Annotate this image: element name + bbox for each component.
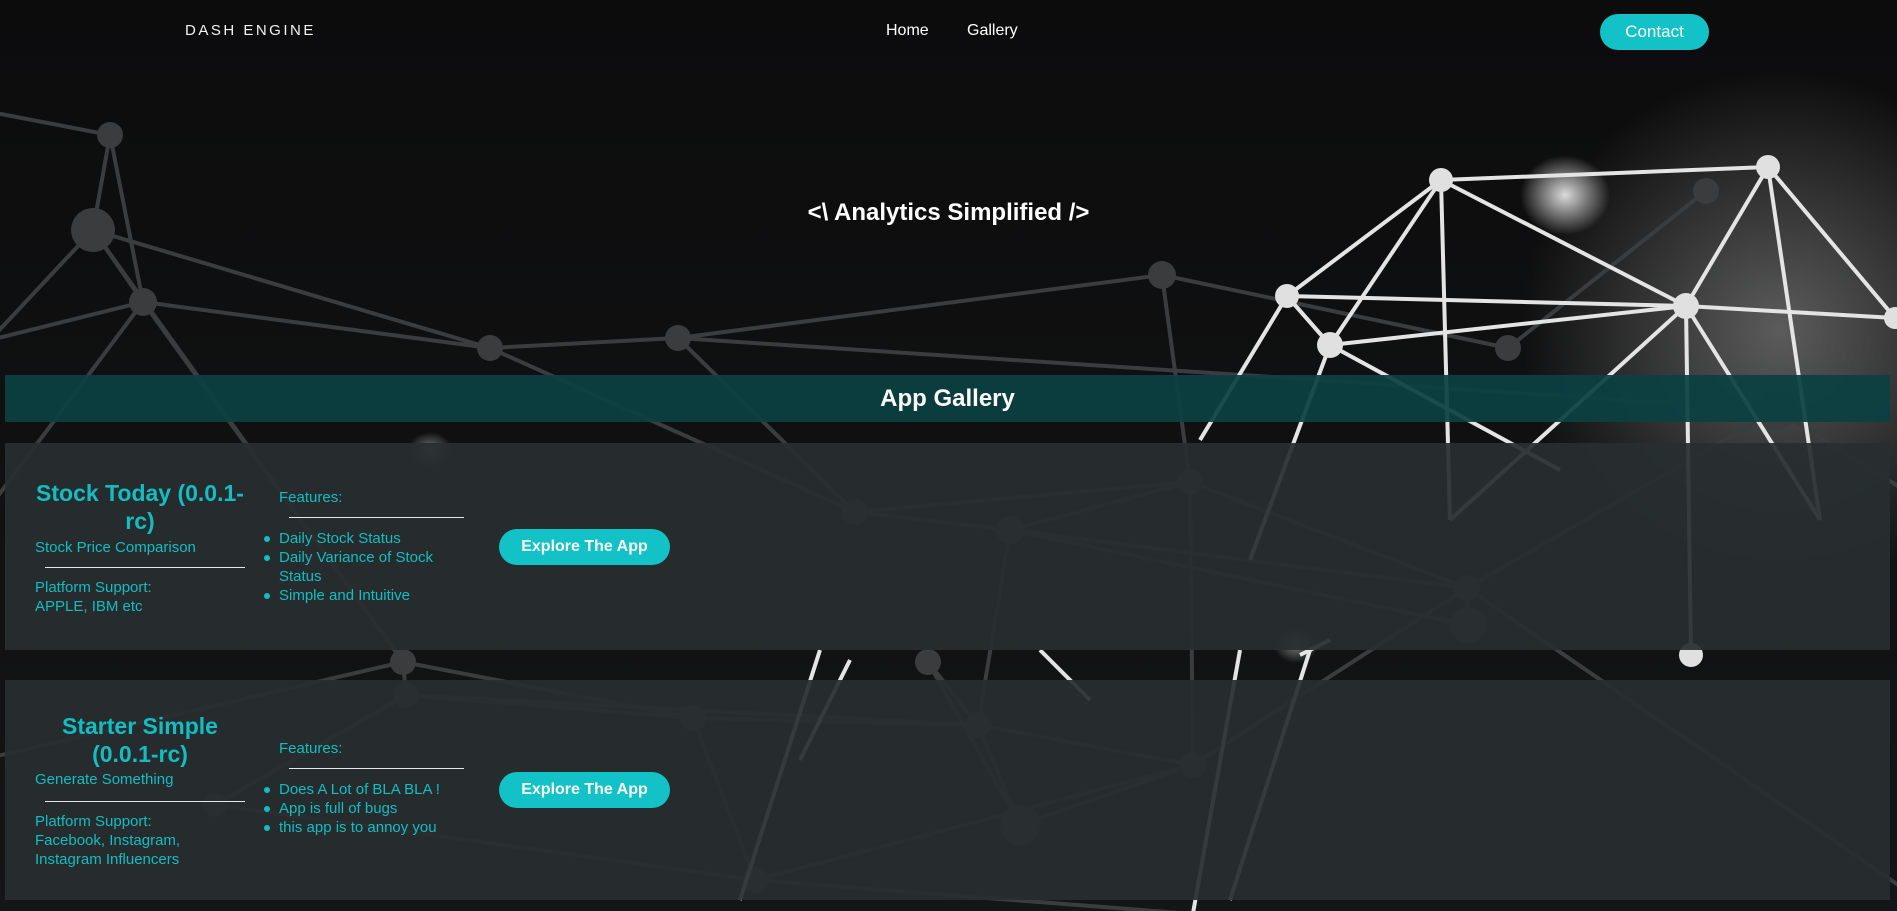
nav-link-gallery[interactable]: Gallery bbox=[967, 22, 1018, 40]
feature-text: Daily Stock Status bbox=[279, 530, 401, 547]
app-card-starter-simple: Starter Simple (0.0.1-rc) Generate Somet… bbox=[5, 680, 1890, 900]
platform-support: Platform Support: Facebook, Instagram, I… bbox=[35, 812, 250, 869]
app-title: Starter Simple (0.0.1-rc) bbox=[62, 713, 218, 767]
platform-support-label: Platform Support: bbox=[35, 579, 152, 596]
network-node bbox=[1673, 293, 1699, 319]
hero-title: <\ Analytics Simplified /> bbox=[807, 199, 1090, 226]
network-node bbox=[477, 335, 503, 361]
platform-support-label: Platform Support: bbox=[35, 813, 152, 830]
divider bbox=[45, 801, 245, 802]
page: DASH ENGINE Home Gallery Contact <\ Anal… bbox=[0, 0, 1897, 911]
feature-item: Daily Variance of Stock Status bbox=[264, 548, 459, 586]
feature-text: App is full of bugs bbox=[279, 800, 398, 817]
network-node bbox=[1495, 335, 1521, 361]
network-node bbox=[390, 649, 416, 675]
network-node bbox=[1275, 284, 1299, 308]
network-node bbox=[97, 122, 123, 148]
features-list: Daily Stock Status Daily Variance of Sto… bbox=[264, 529, 459, 605]
feature-item: App is full of bugs bbox=[264, 799, 459, 818]
features-label: Features: bbox=[279, 489, 343, 506]
bullet-icon bbox=[264, 536, 270, 542]
feature-item: this app is to annoy you bbox=[264, 818, 459, 837]
app-gallery-heading: App Gallery bbox=[5, 375, 1890, 422]
divider bbox=[289, 768, 464, 769]
app-subtitle: Stock Price Comparison bbox=[35, 539, 196, 556]
features-label: Features: bbox=[279, 740, 343, 757]
feature-item: Does A Lot of BLA BLA ! bbox=[264, 780, 459, 799]
brand-logo-text[interactable]: DASH ENGINE bbox=[185, 22, 316, 39]
network-node bbox=[129, 288, 157, 316]
bullet-icon bbox=[264, 806, 270, 812]
platform-support-value: Facebook, Instagram, Instagram Influence… bbox=[35, 832, 181, 868]
feature-text: Daily Variance of Stock Status bbox=[279, 549, 433, 585]
bullet-icon bbox=[264, 825, 270, 831]
explore-app-button[interactable]: Explore The App bbox=[499, 772, 670, 808]
feature-text: Simple and Intuitive bbox=[279, 587, 410, 604]
feature-text: Does A Lot of BLA BLA ! bbox=[279, 781, 440, 798]
feature-item: Simple and Intuitive bbox=[264, 586, 459, 605]
explore-app-button[interactable]: Explore The App bbox=[499, 529, 670, 565]
platform-support-value: APPLE, IBM etc bbox=[35, 598, 143, 615]
features-list: Does A Lot of BLA BLA ! App is full of b… bbox=[264, 780, 459, 837]
network-node bbox=[1429, 168, 1453, 192]
platform-support: Platform Support: APPLE, IBM etc bbox=[35, 578, 250, 616]
network-node bbox=[1148, 261, 1176, 289]
network-node bbox=[915, 649, 941, 675]
contact-button[interactable]: Contact bbox=[1600, 14, 1709, 50]
bullet-icon bbox=[264, 593, 270, 599]
bullet-icon bbox=[264, 787, 270, 793]
network-node bbox=[665, 325, 691, 351]
top-nav: DASH ENGINE Home Gallery Contact bbox=[0, 0, 1897, 64]
network-node bbox=[1317, 332, 1343, 358]
divider bbox=[289, 517, 464, 518]
bullet-icon bbox=[264, 555, 270, 561]
app-card-stock-today: Stock Today (0.0.1-rc) Stock Price Compa… bbox=[5, 443, 1890, 650]
feature-text: this app is to annoy you bbox=[279, 819, 437, 836]
feature-item: Daily Stock Status bbox=[264, 529, 459, 548]
network-node bbox=[1756, 155, 1780, 179]
divider bbox=[45, 567, 245, 568]
nav-link-home[interactable]: Home bbox=[886, 22, 929, 40]
app-subtitle: Generate Something bbox=[35, 771, 174, 788]
app-title: Stock Today (0.0.1-rc) bbox=[36, 480, 244, 534]
